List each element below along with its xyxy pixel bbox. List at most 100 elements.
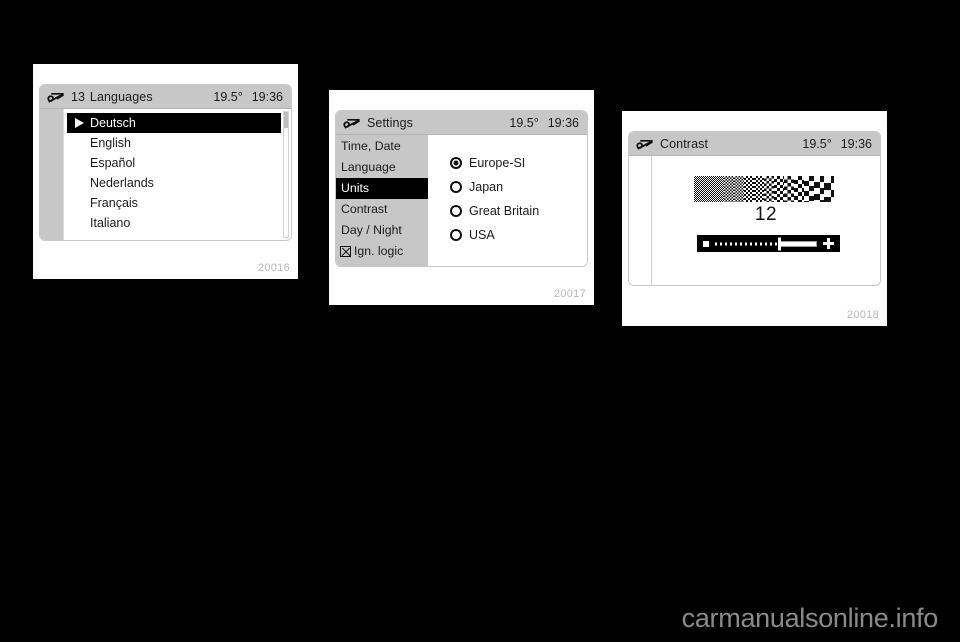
scrollbar[interactable] — [283, 111, 289, 238]
scrollbar-thumb[interactable] — [284, 112, 288, 128]
checker-segment — [814, 176, 824, 202]
menu-item-units[interactable]: Units — [336, 178, 428, 199]
wrench-settings-icon — [47, 92, 64, 102]
play-caret-icon — [75, 118, 84, 128]
menu-item-label: Contrast — [341, 202, 388, 216]
slider-track[interactable] — [715, 237, 817, 250]
list-item-label: Nederlands — [90, 176, 154, 190]
radio-unselected-icon[interactable] — [450, 205, 462, 217]
menu-item-time-date[interactable]: Time, Date — [336, 136, 428, 157]
radio-unselected-icon[interactable] — [450, 229, 462, 241]
clock-readout: 19:36 — [251, 89, 283, 104]
minus-icon[interactable] — [703, 240, 709, 247]
screen-header-title: Contrast — [660, 136, 709, 151]
checker-segment — [784, 176, 794, 202]
languages-body: Deutsch English Español Nederlands Franç… — [40, 109, 291, 240]
contrast-checker-pattern — [694, 176, 840, 202]
radio-option-label: USA — [469, 228, 495, 242]
list-item[interactable]: English — [64, 133, 291, 153]
checker-segment — [804, 176, 814, 202]
site-watermark: carmanualsonline.info — [681, 603, 939, 633]
plus-icon[interactable] — [823, 238, 834, 249]
settings-body: Time, Date Language Units Contrast Day /… — [336, 135, 587, 266]
radio-option-great-britain[interactable]: Great Britain — [450, 199, 587, 223]
checker-segment — [704, 176, 714, 202]
slider-tick-dots — [715, 242, 779, 245]
checkbox-checked-icon[interactable] — [340, 246, 351, 257]
list-item[interactable]: Nederlands — [64, 173, 291, 193]
checker-segment — [774, 176, 784, 202]
menu-item-label: Time, Date — [341, 139, 401, 153]
menu-item-day-night[interactable]: Day / Night — [336, 220, 428, 241]
settings-menu[interactable]: Time, Date Language Units Contrast Day /… — [336, 135, 428, 266]
contrast-slider[interactable] — [697, 235, 840, 252]
screen-header: Contrast 19.5° 19:36 — [629, 132, 880, 156]
menu-item-contrast[interactable]: Contrast — [336, 199, 428, 220]
menu-item-label: Ign. logic — [354, 244, 404, 258]
list-item[interactable]: Deutsch — [67, 113, 281, 133]
checker-segment — [694, 176, 704, 202]
radio-option-usa[interactable]: USA — [450, 223, 587, 247]
checker-segment — [764, 176, 774, 202]
screen-header: Settings 19.5° 19:36 — [336, 111, 587, 135]
contrast-body: 12 — [629, 156, 880, 285]
list-item-label: Italiano — [90, 216, 131, 230]
list-item-label: Deutsch — [90, 116, 136, 130]
menu-rail-strip — [40, 109, 64, 240]
screen-header-status: 19.5° 19:36 — [509, 116, 579, 130]
contrast-main: 12 — [652, 156, 880, 285]
checker-segment — [754, 176, 764, 202]
menu-item-label: Day / Night — [341, 223, 402, 237]
temperature-readout: 19.5° — [509, 115, 539, 130]
menu-rail-strip — [629, 156, 652, 285]
list-item[interactable]: Español — [64, 153, 291, 173]
checker-segment — [734, 176, 744, 202]
list-item[interactable]: Italiano — [64, 213, 291, 233]
clock-readout: 19:36 — [547, 115, 579, 130]
slider-handle[interactable] — [778, 237, 782, 250]
list-item-label: Español — [90, 156, 136, 170]
radio-unselected-icon[interactable] — [450, 181, 462, 193]
slider-fill — [778, 240, 817, 247]
radio-option-label: Great Britain — [469, 204, 540, 218]
display-screen-settings: Settings 19.5° 19:36 Time, Date Language… — [335, 110, 588, 267]
contrast-value: 12 — [754, 204, 778, 225]
checker-segment — [794, 176, 804, 202]
clock-readout: 19:36 — [840, 136, 872, 151]
display-screen-contrast: Contrast 19.5° 19:36 12 — [628, 131, 881, 286]
screen-header-title: Settings — [367, 115, 413, 130]
radio-selected-icon[interactable] — [450, 157, 462, 169]
figure-caption: 20016 — [257, 262, 290, 274]
temperature-readout: 19.5° — [213, 89, 243, 104]
checker-segment — [714, 176, 724, 202]
list-item-label: Français — [90, 196, 138, 210]
radio-option-europe-si[interactable]: Europe-SI — [450, 151, 587, 175]
menu-item-label: Language — [341, 160, 396, 174]
list-item-label: English — [90, 136, 131, 150]
menu-item-label: Units — [341, 181, 370, 195]
screen-header-title: Languages — [89, 89, 153, 104]
units-radio-group[interactable]: Europe-SI Japan Great Britain USA — [428, 135, 587, 266]
wrench-settings-icon — [636, 139, 653, 149]
checker-segment — [824, 176, 834, 202]
figure-contrast: Contrast 19.5° 19:36 12 20018 — [622, 111, 887, 326]
menu-item-language[interactable]: Language — [336, 157, 428, 178]
display-screen-languages: 13 Languages 19.5° 19:36 Deutsch English… — [39, 84, 292, 241]
checker-segment — [724, 176, 734, 202]
figure-caption: 20018 — [846, 309, 879, 321]
screen-header-status: 19.5° 19:36 — [213, 90, 283, 104]
checker-segment — [744, 176, 754, 202]
language-list[interactable]: Deutsch English Español Nederlands Franç… — [64, 109, 291, 240]
radio-option-japan[interactable]: Japan — [450, 175, 587, 199]
radio-option-label: Europe-SI — [469, 156, 526, 170]
radio-option-label: Japan — [469, 180, 504, 194]
figure-languages: 13 Languages 19.5° 19:36 Deutsch English… — [33, 64, 298, 279]
screen-header-index: 13 — [71, 89, 85, 104]
screen-header-status: 19.5° 19:36 — [802, 137, 872, 151]
wrench-settings-icon — [343, 118, 360, 128]
figure-settings: Settings 19.5° 19:36 Time, Date Language… — [329, 90, 594, 305]
menu-item-ign-logic[interactable]: Ign. logic — [336, 241, 428, 262]
screen-header: 13 Languages 19.5° 19:36 — [40, 85, 291, 109]
list-item[interactable]: Français — [64, 193, 291, 213]
temperature-readout: 19.5° — [802, 136, 832, 151]
